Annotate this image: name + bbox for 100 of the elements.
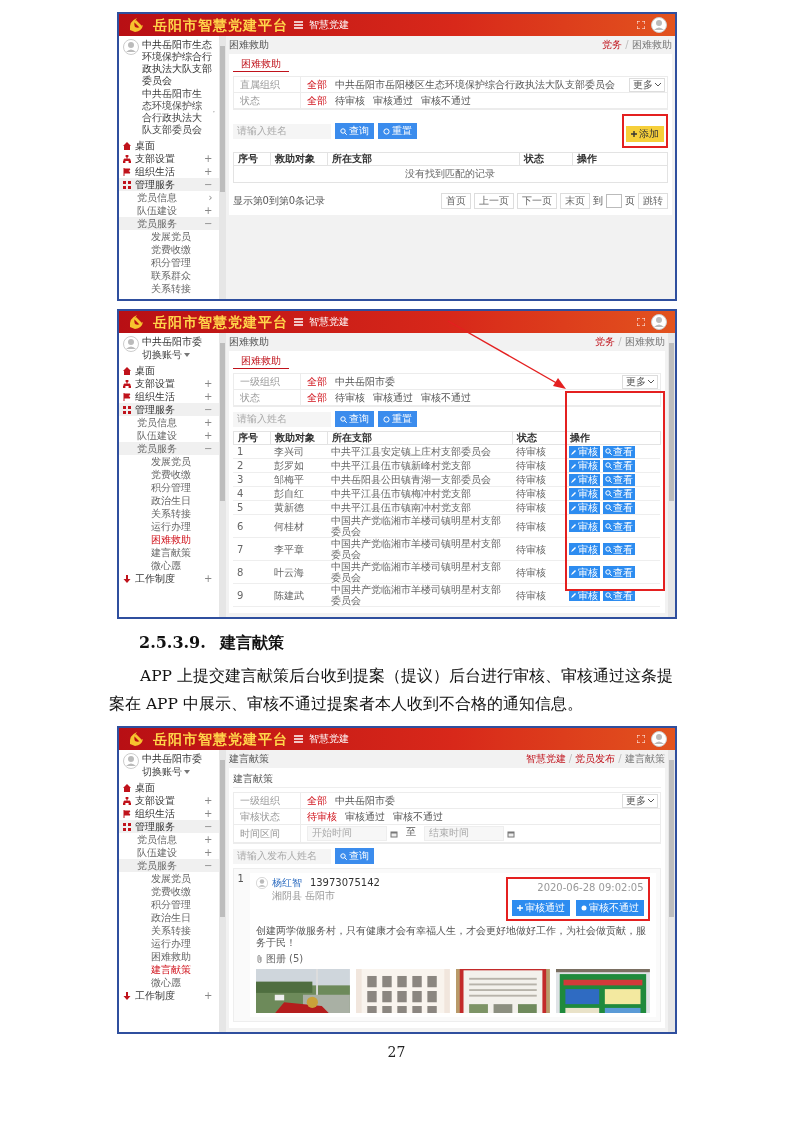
menu-item[interactable]: 微心愿 [118, 976, 219, 989]
menu-item[interactable]: 关系转接 [118, 282, 219, 295]
scrollbar[interactable] [218, 36, 226, 299]
menu-icon[interactable] [293, 21, 303, 29]
author-name[interactable]: 杨红智 [271, 877, 302, 889]
fullscreen-icon[interactable] [636, 735, 645, 743]
menu-item[interactable]: 支部设置 + [118, 377, 219, 390]
menu-item[interactable]: 建言献策 [118, 963, 219, 976]
menu-item[interactable]: 党员服务 − [118, 859, 219, 872]
menu-item[interactable]: 困难救助 [118, 950, 219, 963]
view-button[interactable]: 查看 [603, 445, 635, 458]
menu-item[interactable]: 关系转接 [118, 924, 219, 937]
review-button[interactable]: 审核 [569, 566, 600, 578]
more-button[interactable]: 更多 [621, 793, 658, 808]
menu-item[interactable]: 工作制度 + [118, 989, 219, 1002]
pager-button[interactable]: 上一页 [473, 193, 514, 209]
review-button[interactable]: 审核 [569, 459, 600, 472]
view-button[interactable]: 查看 [603, 501, 635, 514]
breadcrumb-link[interactable]: 建言献策 [624, 753, 665, 765]
menu-item[interactable]: 政治生日 [118, 494, 219, 507]
menu-item[interactable]: 工作制度 + [118, 572, 219, 585]
filter-option[interactable]: 全部 [306, 94, 327, 107]
more-button[interactable]: 更多 [628, 77, 665, 92]
reset-button[interactable]: 重置 [377, 411, 417, 427]
filter-option[interactable]: 审核不通过 [420, 391, 471, 404]
fullscreen-icon[interactable] [636, 318, 645, 326]
review-button[interactable]: 审核 [569, 543, 600, 555]
view-button[interactable]: 查看 [603, 473, 635, 486]
view-button[interactable]: 查看 [603, 566, 635, 578]
menu-item[interactable]: 队伍建设 + [118, 429, 219, 442]
menu-item[interactable]: 桌面 [118, 139, 219, 152]
menu-item[interactable]: 党费收缴 [118, 468, 219, 481]
menu-item[interactable]: 管理服务 − [118, 820, 219, 833]
menu-item[interactable]: 微心愿 [118, 559, 219, 572]
menu-icon[interactable] [293, 735, 303, 743]
menu-item[interactable]: 队伍建设 + [118, 204, 219, 217]
scrollbar[interactable] [667, 750, 675, 1032]
add-button[interactable]: 添加 [625, 126, 664, 142]
menu-item[interactable]: 组织生活 + [118, 390, 219, 403]
module-link[interactable]: 智慧党建 [308, 733, 349, 745]
scrollbar[interactable] [218, 750, 226, 1032]
menu-item[interactable]: 支部设置 + [118, 152, 219, 165]
search-button[interactable]: 查询 [334, 848, 374, 864]
menu-item[interactable]: 党员服务 − [118, 217, 219, 230]
review-button[interactable]: 审核 [569, 487, 600, 500]
filter-option[interactable]: 中共岳阳市岳阳楼区生态环境保护综合行政执法大队支部委员会 [334, 78, 615, 91]
menu-item[interactable]: 党员信息 + [118, 833, 219, 846]
menu-item[interactable]: 党员信息 › [118, 191, 219, 204]
reject-button[interactable]: 审核不通过 [575, 900, 644, 916]
module-link[interactable]: 智慧党建 [308, 19, 349, 31]
menu-item[interactable]: 党费收缴 [118, 885, 219, 898]
fullscreen-icon[interactable] [636, 21, 645, 29]
menu-item[interactable]: 运行办理 [118, 937, 219, 950]
pager-button[interactable]: 下一页 [516, 193, 557, 209]
filter-option[interactable]: 审核不通过 [420, 94, 471, 107]
breadcrumb-link[interactable]: 困难救助 [631, 39, 672, 51]
search-button[interactable]: 查询 [334, 123, 374, 139]
scrollbar[interactable] [218, 333, 226, 617]
filter-option[interactable]: 全部 [306, 391, 327, 404]
menu-item[interactable]: 发展党员 [118, 872, 219, 885]
menu-item[interactable]: 党员服务 − [118, 442, 219, 455]
menu-item[interactable]: 积分管理 [118, 898, 219, 911]
menu-item[interactable]: 联系群众 [118, 269, 219, 282]
more-button[interactable]: 更多 [621, 374, 658, 389]
module-link[interactable]: 智慧党建 [308, 316, 349, 328]
pager-button[interactable]: 首页 [440, 193, 471, 209]
menu-item[interactable]: 困难救助 [118, 533, 219, 546]
review-button[interactable]: 审核 [569, 445, 600, 458]
filter-option[interactable]: 审核通过 [344, 810, 385, 823]
breadcrumb-link[interactable]: 党务 [602, 39, 623, 51]
page-field[interactable] [605, 194, 622, 208]
menu-item[interactable]: 组织生活 + [118, 807, 219, 820]
filter-option[interactable]: 审核通过 [372, 94, 413, 107]
menu-icon[interactable] [293, 318, 303, 326]
filter-option[interactable]: 全部 [306, 78, 327, 91]
view-button[interactable]: 查看 [603, 520, 635, 532]
filter-option[interactable]: 审核通过 [372, 391, 413, 404]
breadcrumb-link[interactable]: 困难救助 [624, 336, 665, 348]
reset-button[interactable]: 重置 [377, 123, 417, 139]
menu-item[interactable]: 政治生日 [118, 911, 219, 924]
pager-button[interactable]: 末页 [559, 193, 590, 209]
menu-item[interactable]: 运行办理 [118, 520, 219, 533]
menu-item[interactable]: 发展党员 [118, 230, 219, 243]
filter-option[interactable]: 待审核 [306, 810, 337, 823]
breadcrumb-link[interactable]: 党务 [595, 336, 616, 348]
menu-item[interactable]: 组织生活 + [118, 165, 219, 178]
filter-option[interactable]: 中共岳阳市委 [334, 794, 395, 807]
filter-option[interactable]: 中共岳阳市委 [334, 375, 395, 388]
menu-item[interactable]: 桌面 [118, 364, 219, 377]
review-button[interactable]: 审核 [569, 501, 600, 514]
filter-option[interactable]: 审核不通过 [392, 810, 443, 823]
view-button[interactable]: 查看 [603, 487, 635, 500]
menu-item[interactable]: 党费收缴 [118, 243, 219, 256]
menu-item[interactable]: 发展党员 [118, 455, 219, 468]
jump-button[interactable]: 跳转 [637, 193, 668, 209]
menu-item[interactable]: 桌面 [118, 781, 219, 794]
tab[interactable]: 困难救助 [232, 354, 289, 369]
menu-item[interactable]: 队伍建设 + [118, 846, 219, 859]
scrollbar[interactable] [667, 333, 675, 617]
view-button[interactable]: 查看 [603, 543, 635, 555]
